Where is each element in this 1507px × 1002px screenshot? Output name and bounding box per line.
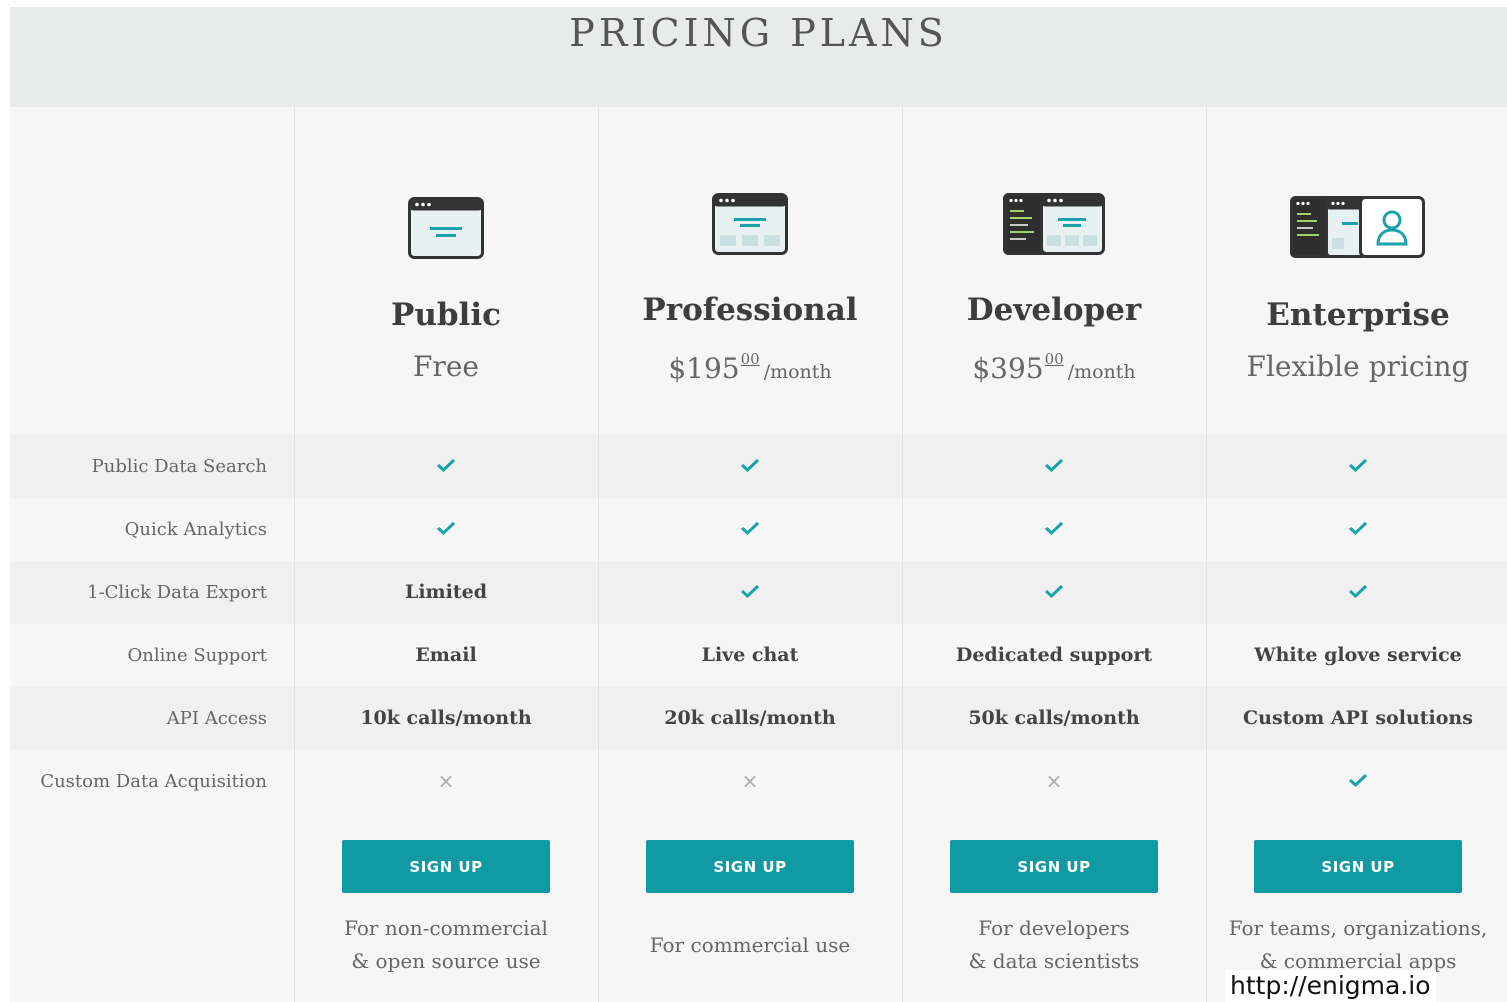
feature-value: 20k calls/month bbox=[664, 707, 836, 729]
plan-column-developer: Developer $39500/month Dedicated support… bbox=[902, 107, 1206, 1002]
check-icon bbox=[1044, 562, 1064, 625]
plan-description: For commercial use bbox=[598, 929, 902, 962]
check-icon bbox=[1348, 562, 1368, 625]
check-icon bbox=[1348, 751, 1368, 814]
feature-check bbox=[598, 435, 902, 498]
plan-name: Professional bbox=[642, 292, 858, 328]
check-icon bbox=[1348, 436, 1368, 499]
feature-check bbox=[902, 498, 1206, 561]
check-icon bbox=[740, 499, 760, 562]
plan-description-line: & open source use bbox=[351, 949, 541, 973]
check-icon bbox=[740, 562, 760, 625]
feature-label-public-data-search: Public Data Search bbox=[91, 456, 267, 477]
feature-value: Live chat bbox=[701, 644, 799, 666]
feature-label-quick-analytics: Quick Analytics bbox=[124, 519, 267, 540]
feature-label-api-access: API Access bbox=[166, 708, 267, 729]
feature-check bbox=[1206, 561, 1507, 624]
cross-icon: × bbox=[437, 769, 455, 793]
feature-label-custom-data-acquisition: Custom Data Acquisition bbox=[40, 771, 267, 792]
price-cents: 00 bbox=[1044, 350, 1064, 368]
feature-label-online-support: Online Support bbox=[127, 645, 267, 666]
page-title: PRICING PLANS bbox=[569, 11, 948, 55]
feature-value: 50k calls/month bbox=[968, 707, 1140, 729]
plan-price: $39500/month bbox=[902, 350, 1206, 385]
plan-price: Free bbox=[294, 350, 598, 383]
feature-check bbox=[1206, 435, 1507, 498]
check-icon bbox=[1348, 499, 1368, 562]
source-url-caption: http://enigma.io bbox=[1225, 970, 1436, 1002]
plan-name: Enterprise bbox=[1266, 297, 1450, 333]
feature-check bbox=[294, 498, 598, 561]
feature-cross: × bbox=[902, 750, 1206, 813]
price-amount: Free bbox=[413, 350, 479, 383]
check-icon bbox=[1044, 436, 1064, 499]
price-cents: 00 bbox=[740, 350, 760, 368]
feature-check bbox=[598, 561, 902, 624]
feature-value: 10k calls/month bbox=[360, 707, 532, 729]
plan-description-line: For commercial use bbox=[649, 933, 851, 957]
feature-cross: × bbox=[294, 750, 598, 813]
dashboard-window-icon bbox=[598, 191, 902, 261]
plan-name: Developer bbox=[966, 292, 1142, 328]
check-icon bbox=[436, 499, 456, 562]
sign-up-button-enterprise[interactable]: SIGN UP bbox=[1254, 840, 1462, 893]
check-icon bbox=[436, 436, 456, 499]
cross-icon: × bbox=[1045, 769, 1063, 793]
plan-column-enterprise: Enterprise Flexible pricing White glove … bbox=[1206, 107, 1507, 1002]
feature-check bbox=[294, 435, 598, 498]
feature-check bbox=[902, 435, 1206, 498]
feature-check bbox=[902, 561, 1206, 624]
price-amount: Flexible pricing bbox=[1246, 350, 1470, 383]
sign-up-button-developer[interactable]: SIGN UP bbox=[950, 840, 1158, 893]
header-bar: PRICING PLANS bbox=[10, 7, 1507, 107]
price-unit: /month bbox=[763, 361, 832, 383]
feature-cross: × bbox=[598, 750, 902, 813]
feature-value: White glove service bbox=[1254, 644, 1462, 666]
code-and-window-icon bbox=[902, 191, 1206, 261]
plan-price: $19500/month bbox=[598, 350, 902, 385]
plan-column-public: Public Free Limited Email 10k calls/mont… bbox=[294, 107, 598, 1002]
plan-description: For teams, organizations, & commercial a… bbox=[1206, 912, 1507, 978]
price-unit: /month bbox=[1067, 361, 1136, 383]
feature-label-data-export: 1-Click Data Export bbox=[87, 582, 267, 603]
check-icon bbox=[1044, 499, 1064, 562]
feature-value: Limited bbox=[404, 581, 488, 603]
sign-up-button-public[interactable]: SIGN UP bbox=[342, 840, 550, 893]
single-window-icon bbox=[294, 191, 598, 261]
plan-description-line: For teams, organizations, bbox=[1228, 916, 1488, 940]
plan-description-line: For non-commercial bbox=[344, 916, 548, 940]
feature-value: Email bbox=[415, 644, 477, 666]
plan-description: For developers & data scientists bbox=[902, 912, 1206, 978]
cross-icon: × bbox=[741, 769, 759, 793]
plan-description-line: For developers bbox=[978, 916, 1130, 940]
feature-check bbox=[598, 498, 902, 561]
price-amount: $195 bbox=[668, 352, 740, 385]
plan-column-professional: Professional $19500/month Live chat 20k … bbox=[598, 107, 902, 1002]
feature-check bbox=[1206, 750, 1507, 813]
feature-check bbox=[1206, 498, 1507, 561]
plan-description: For non-commercial & open source use bbox=[294, 912, 598, 978]
check-icon bbox=[740, 436, 760, 499]
feature-value: Dedicated support bbox=[955, 644, 1153, 666]
plan-price: Flexible pricing bbox=[1206, 350, 1507, 383]
code-window-user-icon bbox=[1206, 191, 1507, 261]
plan-description-line: & data scientists bbox=[968, 949, 1140, 973]
price-amount: $395 bbox=[972, 352, 1044, 385]
sign-up-button-professional[interactable]: SIGN UP bbox=[646, 840, 854, 893]
feature-value: Custom API solutions bbox=[1243, 707, 1473, 729]
pricing-table: PRICING PLANS Public Data Search Quick A… bbox=[10, 7, 1507, 1002]
plan-name: Public bbox=[391, 297, 501, 333]
